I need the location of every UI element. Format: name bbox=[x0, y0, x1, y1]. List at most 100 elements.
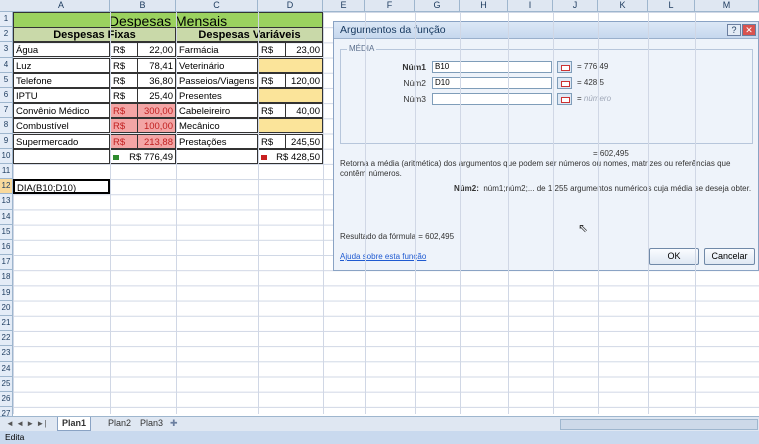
fixed-expense-value[interactable]: 22,00 bbox=[137, 42, 176, 58]
variaveis-header[interactable]: Despesas Variáveis bbox=[176, 27, 323, 43]
arg3-input[interactable] bbox=[432, 93, 552, 105]
fixed-expense-value[interactable]: 25,40 bbox=[137, 88, 176, 103]
column-header-a[interactable]: A bbox=[13, 0, 110, 11]
new-sheet-icon[interactable]: ✚ bbox=[166, 417, 182, 430]
tab-plan1[interactable]: Plan1 bbox=[57, 417, 92, 431]
total-variaveis[interactable]: R$ 428,50 bbox=[258, 148, 323, 164]
variable-expense-empty[interactable] bbox=[258, 57, 323, 73]
currency-label[interactable]: R$ bbox=[258, 72, 286, 88]
row-header-13[interactable]: 13 bbox=[0, 194, 13, 210]
horizontal-scrollbar[interactable] bbox=[560, 419, 758, 430]
column-header-m[interactable]: M bbox=[695, 0, 759, 11]
column-header-j[interactable]: J bbox=[553, 0, 598, 11]
column-header-d[interactable]: D bbox=[258, 0, 323, 11]
column-header-f[interactable]: F bbox=[365, 0, 415, 11]
fixed-expense-value[interactable]: 36,80 bbox=[137, 72, 176, 88]
sheet-title[interactable]: Despesas Mensais bbox=[13, 12, 323, 28]
currency-label[interactable]: R$ bbox=[258, 42, 286, 58]
currency-label[interactable]: R$ bbox=[110, 133, 138, 149]
close-button[interactable]: ✕ bbox=[742, 24, 756, 36]
row-header-2[interactable]: 2 bbox=[0, 27, 13, 43]
fixed-expense-value[interactable]: 300,00 bbox=[137, 103, 176, 119]
column-header-g[interactable]: G bbox=[415, 0, 460, 11]
row-header-6[interactable]: 6 bbox=[0, 88, 13, 104]
arg2-input[interactable]: D10 bbox=[432, 77, 552, 89]
fixed-expense-name[interactable]: Supermercado bbox=[13, 133, 110, 149]
fixed-expense-name[interactable]: Telefone bbox=[13, 72, 110, 88]
row-header-7[interactable]: 7 bbox=[0, 103, 13, 119]
row-header-21[interactable]: 21 bbox=[0, 316, 13, 332]
column-header-i[interactable]: I bbox=[508, 0, 553, 11]
total-fixas[interactable]: R$ 776,49 bbox=[110, 148, 176, 164]
currency-label[interactable]: R$ bbox=[110, 103, 138, 119]
row-header-23[interactable]: 23 bbox=[0, 346, 13, 362]
column-header-k[interactable]: K bbox=[598, 0, 648, 11]
currency-label[interactable]: R$ bbox=[110, 88, 138, 103]
row-header-19[interactable]: 19 bbox=[0, 285, 13, 301]
row-header-1[interactable]: 1 bbox=[0, 12, 13, 28]
active-cell-editing[interactable]: DIA(B10;D10) bbox=[13, 179, 110, 195]
variable-expense-name[interactable]: Presentes bbox=[176, 88, 258, 103]
row-header-25[interactable]: 25 bbox=[0, 376, 13, 392]
row-header-24[interactable]: 24 bbox=[0, 361, 13, 377]
row-header-18[interactable]: 18 bbox=[0, 270, 13, 286]
arg2-collapse-icon[interactable] bbox=[557, 77, 572, 89]
currency-label[interactable]: R$ bbox=[110, 72, 138, 88]
fixed-expense-value[interactable]: 78,41 bbox=[137, 57, 176, 73]
currency-label[interactable]: R$ bbox=[258, 133, 286, 149]
fixed-expense-name[interactable]: IPTU bbox=[13, 88, 110, 103]
column-header-b[interactable]: B bbox=[110, 0, 176, 11]
tab-plan3[interactable]: Plan3 bbox=[136, 417, 167, 430]
row-header-20[interactable]: 20 bbox=[0, 300, 13, 316]
variable-expense-name[interactable]: Veterinário bbox=[176, 57, 258, 73]
fixed-expense-value[interactable]: 100,00 bbox=[137, 118, 176, 134]
help-link[interactable]: Ajuda sobre esta função bbox=[340, 252, 426, 261]
row-header-22[interactable]: 22 bbox=[0, 331, 13, 347]
help-button[interactable]: ? bbox=[727, 24, 741, 36]
row-header-8[interactable]: 8 bbox=[0, 118, 13, 134]
column-header-e[interactable]: E bbox=[323, 0, 365, 11]
fixed-expense-name[interactable]: Luz bbox=[13, 57, 110, 73]
row-header-26[interactable]: 26 bbox=[0, 392, 13, 408]
variable-expense-name[interactable]: Passeios/Viagens bbox=[176, 72, 258, 88]
column-header-c[interactable]: C bbox=[176, 0, 258, 11]
variable-expense-value[interactable]: 245,50 bbox=[285, 133, 323, 149]
tab-nav-arrows-icon[interactable]: ◄ ◄ ► ►| bbox=[2, 417, 50, 430]
currency-label[interactable]: R$ bbox=[110, 42, 138, 58]
fixas-header[interactable]: Despesas Fixas bbox=[13, 27, 176, 43]
cancel-button[interactable]: Cancelar bbox=[704, 248, 755, 265]
fixed-expense-name[interactable]: Combustível bbox=[13, 118, 110, 134]
variable-expense-value[interactable]: 120,00 bbox=[285, 72, 323, 88]
variable-expense-value[interactable]: 40,00 bbox=[285, 103, 323, 119]
row-header-4[interactable]: 4 bbox=[0, 57, 13, 73]
column-header-l[interactable]: L bbox=[648, 0, 695, 11]
row-header-14[interactable]: 14 bbox=[0, 209, 13, 225]
empty-cell[interactable] bbox=[176, 148, 258, 164]
variable-expense-value[interactable]: 23,00 bbox=[285, 42, 323, 58]
row-header-5[interactable]: 5 bbox=[0, 72, 13, 88]
variable-expense-name[interactable]: Prestações bbox=[176, 133, 258, 149]
empty-cell[interactable] bbox=[13, 148, 110, 164]
row-header-16[interactable]: 16 bbox=[0, 240, 13, 256]
variable-expense-empty[interactable] bbox=[258, 118, 323, 134]
row-header-12[interactable]: 12 bbox=[0, 179, 13, 195]
arg1-collapse-icon[interactable] bbox=[557, 61, 572, 73]
arg3-collapse-icon[interactable] bbox=[557, 93, 572, 105]
fixed-expense-value[interactable]: 213,88 bbox=[137, 133, 176, 149]
arg1-input[interactable]: B10 bbox=[432, 61, 552, 73]
row-header-10[interactable]: 10 bbox=[0, 148, 13, 164]
variable-expense-name[interactable]: Mecânico bbox=[176, 118, 258, 134]
currency-label[interactable]: R$ bbox=[110, 57, 138, 73]
fixed-expense-name[interactable]: Água bbox=[13, 42, 110, 58]
currency-label[interactable]: R$ bbox=[110, 118, 138, 134]
variable-expense-empty[interactable] bbox=[258, 88, 323, 103]
variable-expense-name[interactable]: Farmácia bbox=[176, 42, 258, 58]
row-header-17[interactable]: 17 bbox=[0, 255, 13, 271]
fixed-expense-name[interactable]: Convênio Médico bbox=[13, 103, 110, 119]
variable-expense-name[interactable]: Cabeleireiro bbox=[176, 103, 258, 119]
tab-plan2[interactable]: Plan2 bbox=[104, 417, 135, 430]
row-header-15[interactable]: 15 bbox=[0, 224, 13, 240]
column-header-h[interactable]: H bbox=[460, 0, 508, 11]
row-header-3[interactable]: 3 bbox=[0, 42, 13, 58]
row-header-11[interactable]: 11 bbox=[0, 164, 13, 180]
